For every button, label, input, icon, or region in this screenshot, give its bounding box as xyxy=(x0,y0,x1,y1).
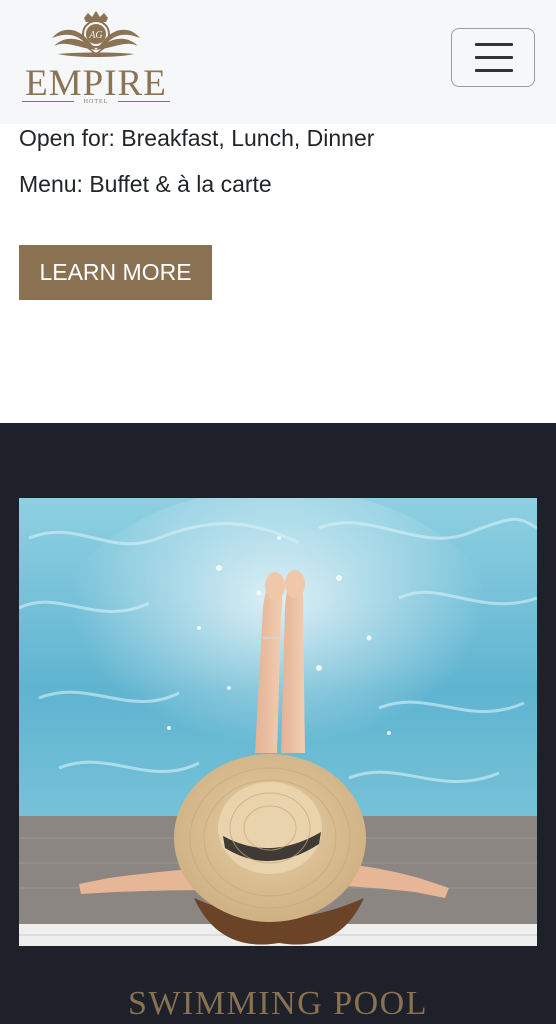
section-title: SWIMMING POOL xyxy=(128,985,428,1022)
site-header: AG EMPIRE HOTEL xyxy=(0,0,556,124)
swimming-pool-section: SWIMMING POOL xyxy=(0,423,556,1024)
pool-photo[interactable] xyxy=(19,498,537,946)
restaurant-menu-type: Menu: Buffet & à la carte xyxy=(19,171,272,197)
logo-wordmark: EMPIRE xyxy=(25,63,167,104)
logo-subtitle: HOTEL xyxy=(83,99,109,105)
hamburger-bar xyxy=(475,69,513,72)
menu-toggle-button[interactable] xyxy=(451,28,535,87)
hamburger-bar xyxy=(475,43,513,46)
crown-emblem-icon: AG xyxy=(52,11,140,57)
pool-woman-hat-image xyxy=(19,498,537,946)
empire-hotel-logo[interactable]: AG EMPIRE HOTEL xyxy=(18,10,174,108)
learn-more-button[interactable]: LEARN MORE xyxy=(19,245,212,300)
restaurant-hours: Open for: Breakfast, Lunch, Dinner xyxy=(19,125,375,151)
logo-monogram: AG xyxy=(88,30,102,41)
hamburger-bar xyxy=(475,56,513,59)
